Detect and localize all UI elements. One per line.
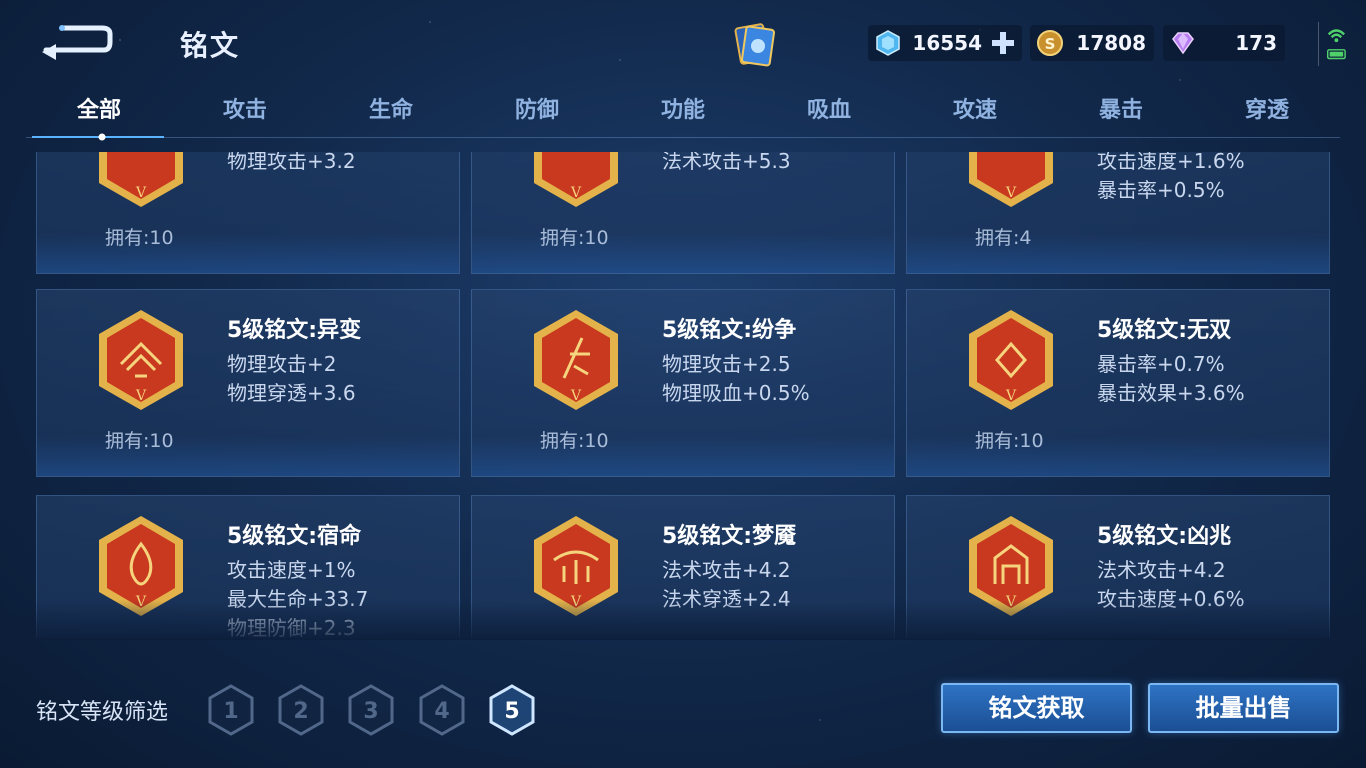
inscription-emblem-icon: V: [969, 310, 1053, 410]
inscription-stat: 攻击速度+0.6%: [1097, 587, 1245, 611]
svg-text:V: V: [570, 388, 582, 404]
inscription-name: 5级铭文:凶兆: [1097, 524, 1232, 549]
card-pack-icon[interactable]: [730, 20, 780, 70]
svg-text:5: 5: [504, 699, 519, 724]
inscription-name: 5级铭文:宿命: [227, 524, 362, 549]
svg-text:V: V: [135, 594, 147, 610]
inscription-emblem-icon: V: [99, 516, 183, 616]
diamond-icon: [1172, 32, 1194, 55]
inscription-card[interactable]: V 攻击速度+1.6% 暴击率+0.5% 拥有:4: [906, 152, 1330, 274]
inscription-card[interactable]: V 5级铭文:无双 暴击率+0.7% 暴击效果+3.6% 拥有:10: [906, 289, 1330, 477]
tab-health[interactable]: 生命: [318, 88, 464, 137]
inscription-stat: 法术攻击+4.2: [662, 558, 791, 582]
tab-penetration[interactable]: 穿透: [1194, 88, 1340, 137]
level-filter-2[interactable]: 2: [277, 684, 325, 736]
inscription-card[interactable]: V 5级铭文:梦魇 法术攻击+4.2 法术穿透+2.4: [471, 495, 895, 638]
gem-amount: 16554: [912, 31, 982, 55]
owned-count: 拥有:10: [105, 227, 174, 249]
diamond-amount: 173: [1235, 31, 1277, 55]
top-bar: 铭文 16554 S 17808 173: [0, 0, 1366, 88]
inscription-stat: 法术穿透+2.4: [662, 587, 791, 611]
inscription-name: 5级铭文:异变: [227, 318, 362, 343]
inscription-card[interactable]: V 5级铭文:宿命 攻击速度+1% 最大生命+33.7 物理防御+2.3: [36, 495, 460, 638]
level-filter-label: 铭文等级筛选: [36, 700, 169, 725]
inscription-stat: 物理攻击+2: [227, 352, 337, 376]
svg-text:V: V: [1005, 594, 1017, 610]
svg-text:V: V: [1005, 388, 1017, 404]
tab-all[interactable]: 全部: [26, 88, 172, 137]
inscription-emblem-icon: V: [534, 516, 618, 616]
owned-count: 拥有:10: [540, 227, 609, 249]
inscription-card[interactable]: V 5级铭文:凶兆 法术攻击+4.2 攻击速度+0.6%: [906, 495, 1330, 638]
page-title: 铭文: [180, 29, 241, 62]
inscription-stat: 物理攻击+2.5: [662, 352, 791, 376]
active-tab-indicator: [32, 133, 164, 141]
coin-amount: 17808: [1076, 31, 1146, 55]
category-tabs: 全部 攻击 生命 防御 功能 吸血 攻速 暴击 穿透: [26, 88, 1340, 141]
inscription-card[interactable]: V 物理攻击+3.2 拥有:10: [36, 152, 460, 274]
inscription-stat: 暴击率+0.5%: [1097, 178, 1225, 202]
level-filter-4[interactable]: 4: [418, 684, 466, 736]
tab-attack[interactable]: 攻击: [172, 88, 318, 137]
gem-currency: 16554: [868, 25, 1022, 61]
level-filter-3[interactable]: 3: [347, 684, 395, 736]
inscription-name: 5级铭文:梦魇: [662, 524, 797, 549]
tab-lifesteal[interactable]: 吸血: [756, 88, 902, 137]
gem-icon: [876, 30, 900, 56]
inscription-card[interactable]: V 5级铭文:纷争 物理攻击+2.5 物理吸血+0.5% 拥有:10: [471, 289, 895, 477]
add-gem-button[interactable]: [990, 30, 1016, 56]
inscription-stat: 法术攻击+5.3: [662, 152, 791, 173]
tab-critical[interactable]: 暴击: [1048, 88, 1194, 137]
wifi-battery-icon: [1318, 22, 1346, 66]
svg-text:V: V: [135, 388, 147, 404]
inscription-emblem-icon: V: [969, 152, 1053, 207]
inscription-card[interactable]: V 法术攻击+5.3 拥有:10: [471, 152, 895, 274]
inscription-card[interactable]: V 5级铭文:异变 物理攻击+2 物理穿透+3.6 拥有:10: [36, 289, 460, 477]
inscription-stat: 法术攻击+4.2: [1097, 558, 1226, 582]
inscription-emblem-icon: V: [534, 152, 618, 207]
owned-count: 拥有:10: [540, 430, 609, 452]
level-filter-5[interactable]: 5: [488, 684, 536, 736]
svg-text:3: 3: [363, 699, 378, 724]
obtain-inscription-button[interactable]: 铭文获取: [941, 683, 1132, 733]
inscription-stat: 物理穿透+3.6: [227, 381, 356, 405]
inscription-emblem-icon: V: [534, 310, 618, 410]
inscription-stat: 物理防御+2.3: [227, 616, 356, 638]
owned-count: 拥有:10: [105, 430, 174, 452]
svg-text:4: 4: [434, 699, 449, 724]
owned-count: 拥有:10: [975, 430, 1044, 452]
gold-coin-icon: S: [1037, 30, 1063, 56]
inscription-emblem-icon: V: [99, 310, 183, 410]
inscription-name: 5级铭文:无双: [1097, 318, 1232, 343]
inscription-grid: V 物理攻击+3.2 拥有:10 V 法术攻击+5.3 拥有:10 V 攻击速度…: [0, 152, 1366, 638]
inscription-stat: 最大生命+33.7: [227, 587, 369, 611]
inscription-stat: 暴击效果+3.6%: [1097, 381, 1245, 405]
svg-text:V: V: [570, 185, 582, 201]
inscription-emblem-icon: V: [99, 152, 183, 207]
inscription-name: 5级铭文:纷争: [662, 318, 797, 343]
back-arrow-icon[interactable]: [38, 20, 114, 60]
tab-attack-speed[interactable]: 攻速: [902, 88, 1048, 137]
inscription-stat: 物理攻击+3.2: [227, 152, 356, 173]
svg-text:2: 2: [293, 699, 308, 724]
tab-defense[interactable]: 防御: [464, 88, 610, 137]
svg-text:V: V: [570, 594, 582, 610]
owned-count: 拥有:4: [975, 227, 1032, 249]
inscription-stat: 攻击速度+1%: [227, 558, 356, 582]
svg-text:V: V: [1005, 185, 1017, 201]
inscription-emblem-icon: V: [969, 516, 1053, 616]
svg-text:V: V: [135, 185, 147, 201]
svg-text:S: S: [1045, 35, 1056, 53]
svg-text:1: 1: [223, 699, 238, 724]
inscription-stat: 物理吸血+0.5%: [662, 381, 810, 405]
level-filter-1[interactable]: 1: [207, 684, 255, 736]
inscription-stat: 暴击率+0.7%: [1097, 352, 1225, 376]
coin-currency: S 17808: [1030, 25, 1154, 61]
inscription-stat: 攻击速度+1.6%: [1097, 152, 1245, 173]
tab-utility[interactable]: 功能: [610, 88, 756, 137]
batch-sell-button[interactable]: 批量出售: [1148, 683, 1339, 733]
diamond-currency: 173: [1163, 25, 1285, 61]
